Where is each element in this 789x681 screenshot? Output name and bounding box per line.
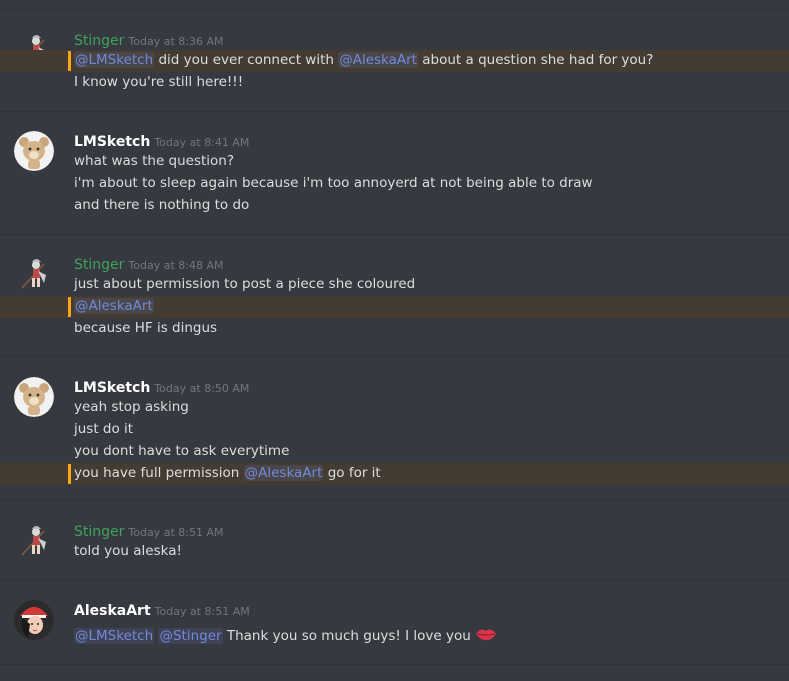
timestamp: Today at 8:50 AM (154, 382, 250, 395)
message-header: LMSketch Today at 8:41 AM (74, 131, 250, 150)
message-text: because HF is dingus (74, 320, 218, 336)
username[interactable]: Stinger (74, 33, 124, 49)
message-line: told you aleska! (0, 541, 789, 563)
message-divider (0, 9, 789, 10)
timestamp: Today at 8:51 AM (128, 526, 224, 539)
message-text: I know you're still here!!! (74, 74, 244, 90)
message-header: AleskaArt Today at 8:51 AM (74, 600, 250, 619)
user-mention[interactable]: @AleskaArt (74, 298, 154, 314)
message-line: what was the question? (0, 151, 789, 173)
message-header: Stinger Today at 8:48 AM (74, 254, 224, 273)
message-divider (0, 664, 789, 665)
message-text: yeah stop asking (74, 399, 189, 415)
message-text: told you aleska! (74, 543, 182, 559)
message-line: and there is nothing to do (0, 195, 789, 217)
user-mention[interactable]: @Stinger (158, 628, 223, 644)
message-text: just do it (74, 421, 134, 437)
message-header: Stinger Today at 8:36 AM (74, 30, 224, 49)
chat-message-list: Stinger Today at 8:36 AM @LMSketch did yo… (0, 0, 789, 681)
message-text: i'm about to sleep again because i'm too… (74, 175, 593, 191)
timestamp: Today at 8:51 AM (154, 605, 250, 618)
message-header: LMSketch Today at 8:50 AM (74, 377, 250, 396)
message-divider (0, 500, 789, 501)
message-text: @LMSketch @Stinger Thank you so much guy… (74, 626, 497, 646)
username[interactable]: AleskaArt (74, 603, 151, 619)
message-divider (0, 234, 789, 235)
message-line-mention-highlight: you have full permission @AleskaArt go f… (0, 463, 789, 485)
message-text: and there is nothing to do (74, 197, 250, 213)
timestamp: Today at 8:41 AM (154, 136, 250, 149)
message-text: you have full permission @AleskaArt go f… (74, 465, 381, 481)
timestamp: Today at 8:36 AM (128, 35, 224, 48)
timestamp: Today at 8:48 AM (128, 259, 224, 272)
message-line: just about permission to post a piece sh… (0, 274, 789, 296)
message-text: you dont have to ask everytime (74, 443, 290, 459)
user-mention[interactable]: @LMSketch (74, 52, 155, 68)
message-line-mention-highlight: @AleskaArt (0, 296, 789, 318)
username[interactable]: Stinger (74, 257, 124, 273)
message-divider (0, 580, 789, 581)
user-mention[interactable]: @LMSketch (74, 628, 155, 644)
message-line: just do it (0, 419, 789, 441)
message-line: i'm about to sleep again because i'm too… (0, 173, 789, 195)
message-divider (0, 356, 789, 357)
message-line: I know you're still here!!! (0, 72, 789, 94)
message-line: yeah stop asking (0, 397, 789, 419)
message-divider (0, 111, 789, 112)
message-line: you dont have to ask everytime (0, 441, 789, 463)
message-line-mention-highlight: @LMSketch did you ever connect with @Ale… (0, 50, 789, 72)
kiss-lips-icon[interactable] (475, 626, 497, 646)
message-text: just about permission to post a piece sh… (74, 276, 416, 292)
username[interactable]: LMSketch (74, 134, 150, 150)
user-mention[interactable]: @AleskaArt (243, 465, 324, 481)
username[interactable]: LMSketch (74, 380, 150, 396)
user-mention[interactable]: @AleskaArt (338, 52, 418, 68)
message-header: Stinger Today at 8:51 AM (74, 521, 224, 540)
message-text: what was the question? (74, 153, 235, 169)
message-text: @LMSketch did you ever connect with @Ale… (74, 52, 654, 68)
message-line: @LMSketch @Stinger Thank you so much guy… (0, 624, 789, 646)
message-text: @AleskaArt (74, 298, 154, 314)
username[interactable]: Stinger (74, 524, 124, 540)
message-line: because HF is dingus (0, 318, 789, 340)
